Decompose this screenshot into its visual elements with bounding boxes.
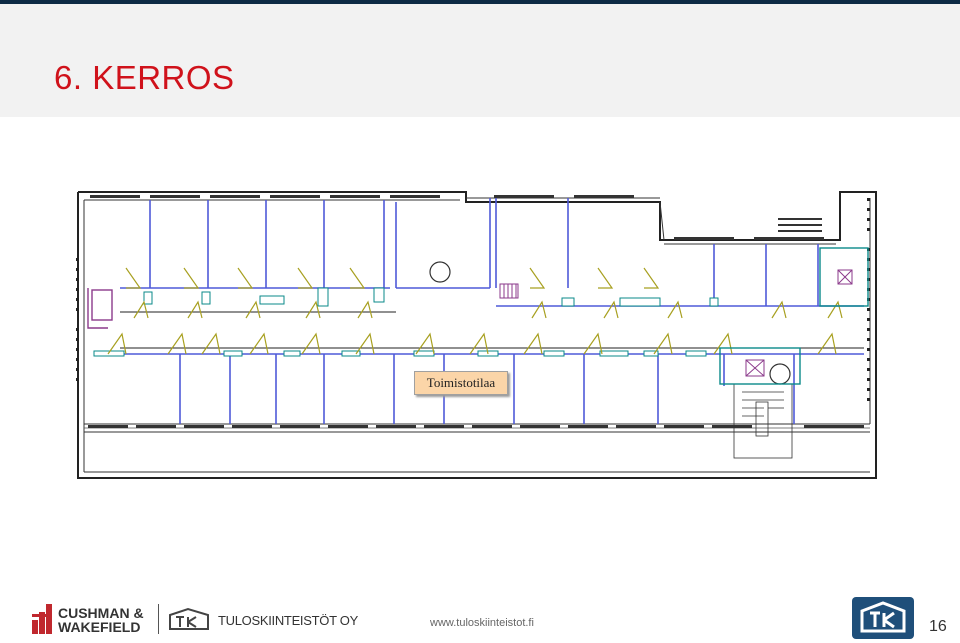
cw-line1: CUSHMAN & [58,605,144,621]
cushman-wakefield-wordmark: CUSHMAN & WAKEFIELD [58,606,144,634]
tuloskiinteistot-logo-icon [169,607,209,630]
website-url[interactable]: www.tuloskiinteistot.fi [430,617,534,629]
tuloskiinteistot-name: TULOSKIINTEISTÖT OY [218,613,358,628]
cw-line2: WAKEFIELD [58,619,141,635]
page-number: 16 [929,618,947,635]
tk-badge-icon [852,597,914,639]
space-type-label: Toimistotilaa [414,371,508,395]
footer-separator [158,604,159,634]
floor-plan [76,191,877,479]
slide-title: 6. KERROS [54,59,235,96]
